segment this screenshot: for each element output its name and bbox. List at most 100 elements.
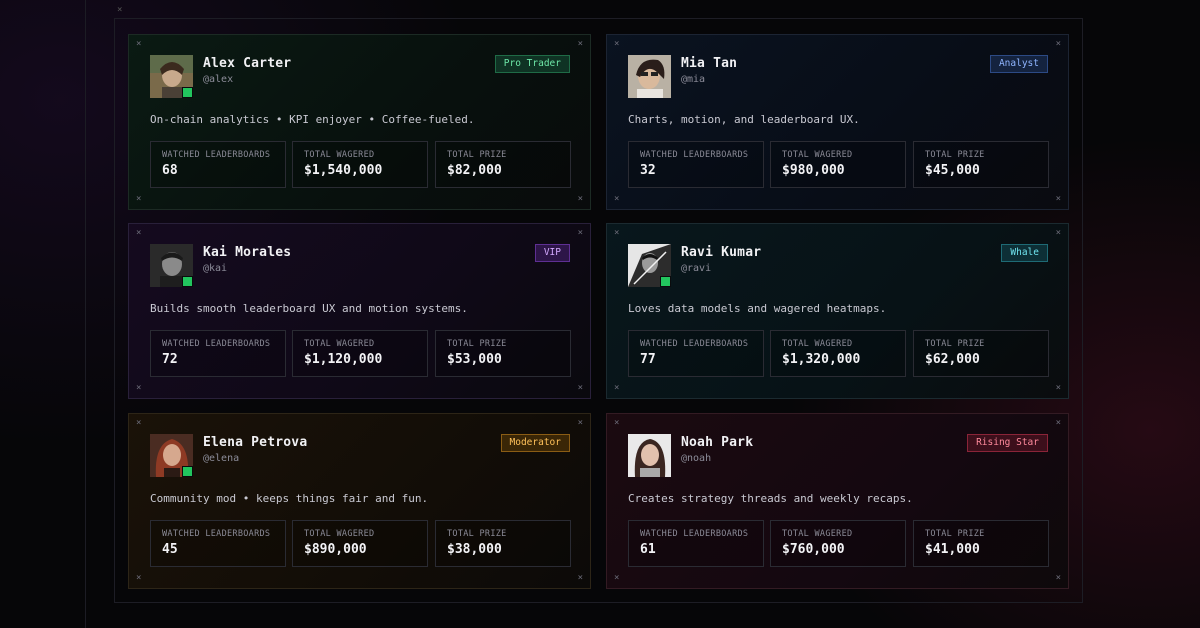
stat-total-prize: TOTAL PRIZE $41,000 (913, 520, 1049, 567)
stat-total-prize: TOTAL PRIZE $38,000 (435, 520, 571, 567)
user-bio: Charts, motion, and leaderboard UX. (628, 113, 860, 126)
stat-value: $1,320,000 (782, 352, 861, 367)
stat-total-prize: TOTAL PRIZE $45,000 (913, 141, 1049, 188)
stat-label: TOTAL PRIZE (447, 529, 507, 539)
stat-label: WATCHED LEADERBOARDS (640, 150, 749, 160)
online-status-indicator (182, 276, 193, 287)
stat-value: $38,000 (447, 542, 502, 557)
profile-card-alex[interactable]: × × × × Alex Carter @alex Pro Trader On-… (128, 34, 591, 210)
stat-label: WATCHED LEADERBOARDS (640, 529, 749, 539)
corner-mark: × (1055, 39, 1061, 49)
corner-mark: × (577, 383, 583, 393)
user-name[interactable]: Mia Tan (681, 56, 737, 71)
corner-mark: × (614, 228, 620, 238)
stat-value: 72 (162, 352, 178, 367)
user-handle: @kai (203, 263, 228, 274)
stat-value: $82,000 (447, 163, 502, 178)
role-badge: Rising Star (967, 434, 1048, 452)
avatar[interactable] (628, 244, 671, 287)
avatar[interactable] (628, 434, 671, 477)
profile-card-mia[interactable]: × × × × Mia Tan @mia Analyst Charts, mot… (606, 34, 1069, 210)
online-status-indicator (182, 466, 193, 477)
stat-watched-leaderboards: WATCHED LEADERBOARDS 32 (628, 141, 764, 188)
user-bio: On-chain analytics • KPI enjoyer • Coffe… (150, 113, 475, 126)
profile-card-elena[interactable]: × × × × Elena Petrova @elena Moderator C… (128, 413, 591, 589)
user-handle: @elena (203, 453, 240, 464)
stat-label: TOTAL WAGERED (782, 529, 853, 539)
stat-label: TOTAL PRIZE (925, 150, 985, 160)
profile-card-ravi[interactable]: × × × × Ravi Kumar @ravi Whale Loves dat… (606, 223, 1069, 399)
avatar-photo (628, 55, 671, 98)
avatar[interactable] (150, 55, 193, 98)
frame-corner-mark: × (117, 5, 123, 15)
stat-label: WATCHED LEADERBOARDS (162, 150, 271, 160)
corner-mark: × (1055, 418, 1061, 428)
role-badge: Whale (1001, 244, 1048, 262)
corner-mark: × (614, 573, 620, 583)
stat-label: TOTAL PRIZE (925, 339, 985, 349)
corner-mark: × (577, 418, 583, 428)
role-badge: Analyst (989, 55, 1048, 73)
avatar[interactable] (150, 244, 193, 287)
stat-label: TOTAL WAGERED (782, 150, 853, 160)
stat-total-prize: TOTAL PRIZE $53,000 (435, 330, 571, 377)
user-handle: @alex (203, 74, 234, 85)
corner-mark: × (136, 228, 142, 238)
stat-value: 61 (640, 542, 656, 557)
corner-mark: × (577, 573, 583, 583)
corner-mark: × (136, 418, 142, 428)
stat-total-wagered: TOTAL WAGERED $890,000 (292, 520, 428, 567)
stat-total-wagered: TOTAL WAGERED $1,540,000 (292, 141, 428, 188)
stat-total-wagered: TOTAL WAGERED $1,320,000 (770, 330, 906, 377)
stat-total-prize: TOTAL PRIZE $62,000 (913, 330, 1049, 377)
user-name[interactable]: Kai Morales (203, 245, 291, 260)
corner-mark: × (577, 194, 583, 204)
stat-label: TOTAL WAGERED (304, 339, 375, 349)
stat-label: TOTAL PRIZE (925, 529, 985, 539)
profile-card-kai[interactable]: × × × × Kai Morales @kai VIP Builds smoo… (128, 223, 591, 399)
corner-mark: × (614, 418, 620, 428)
stat-label: WATCHED LEADERBOARDS (640, 339, 749, 349)
stat-total-wagered: TOTAL WAGERED $760,000 (770, 520, 906, 567)
user-handle: @mia (681, 74, 706, 85)
role-badge: Moderator (500, 434, 570, 452)
profile-card-noah[interactable]: × × × × Noah Park @noah Rising Star Crea… (606, 413, 1069, 589)
online-status-indicator (182, 87, 193, 98)
stat-label: TOTAL PRIZE (447, 150, 507, 160)
stat-value: $760,000 (782, 542, 845, 557)
stat-label: TOTAL WAGERED (782, 339, 853, 349)
stat-label: WATCHED LEADERBOARDS (162, 339, 271, 349)
corner-mark: × (577, 39, 583, 49)
user-bio: Builds smooth leaderboard UX and motion … (150, 302, 468, 315)
user-name[interactable]: Noah Park (681, 435, 753, 450)
stat-total-wagered: TOTAL WAGERED $980,000 (770, 141, 906, 188)
stat-label: TOTAL PRIZE (447, 339, 507, 349)
stat-label: WATCHED LEADERBOARDS (162, 529, 271, 539)
role-badge: Pro Trader (494, 55, 570, 73)
leaderboard-profiles-page: × × × × × Alex Carter @alex Pro Trader O… (0, 0, 1200, 628)
stat-total-prize: TOTAL PRIZE $82,000 (435, 141, 571, 188)
corner-mark: × (614, 39, 620, 49)
stat-value: $41,000 (925, 542, 980, 557)
user-name[interactable]: Ravi Kumar (681, 245, 761, 260)
stat-label: TOTAL WAGERED (304, 529, 375, 539)
stat-total-wagered: TOTAL WAGERED $1,120,000 (292, 330, 428, 377)
stat-value: 45 (162, 542, 178, 557)
stat-watched-leaderboards: WATCHED LEADERBOARDS 61 (628, 520, 764, 567)
stat-value: 32 (640, 163, 656, 178)
user-name[interactable]: Alex Carter (203, 56, 291, 71)
corner-mark: × (1055, 228, 1061, 238)
corner-mark: × (614, 194, 620, 204)
avatar-photo (628, 434, 671, 477)
corner-mark: × (136, 194, 142, 204)
stat-value: 68 (162, 163, 178, 178)
avatar[interactable] (150, 434, 193, 477)
stat-label: TOTAL WAGERED (304, 150, 375, 160)
stat-value: $890,000 (304, 542, 367, 557)
stat-watched-leaderboards: WATCHED LEADERBOARDS 68 (150, 141, 286, 188)
stat-watched-leaderboards: WATCHED LEADERBOARDS 77 (628, 330, 764, 377)
corner-mark: × (577, 228, 583, 238)
avatar[interactable] (628, 55, 671, 98)
user-name[interactable]: Elena Petrova (203, 435, 307, 450)
user-bio: Creates strategy threads and weekly reca… (628, 492, 913, 505)
